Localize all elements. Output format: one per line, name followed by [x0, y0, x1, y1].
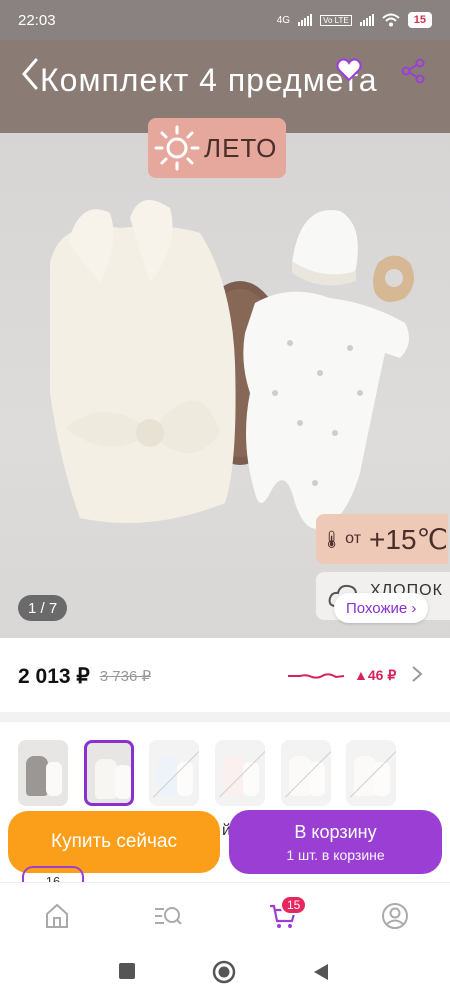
heart-icon[interactable]: [335, 56, 363, 84]
signal-icon: [298, 14, 313, 26]
home-icon[interactable]: [42, 901, 72, 931]
old-price: 3 736 ₽: [99, 668, 151, 685]
variant-thumbnail-unavailable[interactable]: [215, 740, 265, 806]
image-counter: 1 / 7: [18, 595, 68, 621]
status-bar: 22:03 4G Vo LTE 15: [0, 0, 450, 40]
section-divider: [0, 712, 450, 722]
thermometer-icon: [327, 530, 336, 548]
variant-thumbnail-unavailable[interactable]: [281, 740, 331, 806]
profile-icon[interactable]: [380, 901, 410, 931]
current-price: 2 013 ₽: [18, 664, 90, 688]
home-circle-icon[interactable]: [212, 960, 236, 984]
similar-button[interactable]: Похожие ›: [334, 593, 429, 623]
variant-thumbnail-unavailable[interactable]: [149, 740, 199, 806]
add-to-cart-label: В корзину: [294, 821, 377, 842]
status-time: 22:03: [18, 11, 56, 29]
battery-indicator: 15: [407, 12, 432, 28]
system-navigation-bar: [0, 948, 450, 1000]
price-change: ▲46 ₽: [354, 667, 397, 683]
variant-thumbnail[interactable]: [18, 740, 68, 806]
price-row[interactable]: 2 013 ₽ 3 736 ₽ ▲46 ₽: [0, 640, 450, 712]
product-title: Комплект 4 предмета: [40, 62, 378, 98]
temperature-value: +15℃: [369, 523, 448, 555]
variant-thumbnail-unavailable[interactable]: [346, 740, 396, 806]
back-arrow-icon[interactable]: [18, 56, 42, 92]
lte-label: Vo LTE: [320, 14, 352, 26]
signal-icon-2: [359, 14, 374, 26]
season-label: ЛЕТО: [204, 132, 278, 163]
cart-quantity-note: 1 шт. в корзине: [286, 846, 385, 863]
variant-thumbnail-selected[interactable]: [84, 740, 134, 806]
cart-count-badge: 15: [280, 895, 308, 915]
catalog-search-icon[interactable]: [152, 901, 182, 931]
variant-thumbnails: [0, 722, 450, 822]
price-history-sparkline: [288, 673, 344, 679]
sun-icon: [154, 125, 200, 171]
back-triangle-icon[interactable]: [312, 962, 330, 982]
bottom-navigation: 15: [0, 882, 450, 948]
add-to-cart-button[interactable]: В корзину 1 шт. в корзине: [229, 810, 442, 874]
wifi-icon: [382, 13, 400, 27]
season-badge: ЛЕТО: [148, 118, 286, 178]
recent-apps-icon[interactable]: [118, 962, 136, 980]
temperature-prefix: от: [345, 530, 362, 547]
product-image-gallery[interactable]: Комплект 4 предмета ЛЕТО от +15℃ ХЛОПОК …: [0, 40, 450, 638]
temperature-badge: от +15℃: [316, 514, 448, 564]
buy-now-button[interactable]: Купить сейчас: [8, 811, 220, 873]
network-label: 4G: [276, 14, 291, 26]
share-icon[interactable]: [400, 58, 426, 84]
chevron-right-icon[interactable]: [410, 664, 424, 684]
status-icons: 4G Vo LTE 15: [277, 12, 432, 28]
